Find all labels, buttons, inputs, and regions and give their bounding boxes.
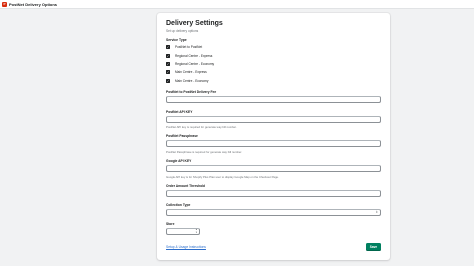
checkbox-checked-icon[interactable]: ✓: [166, 54, 170, 58]
select-caret-icon: ⇕: [375, 210, 378, 214]
checkbox-checked-icon[interactable]: ✓: [166, 62, 170, 66]
passphrase-help: PostNet Passphrase is required for gener…: [166, 150, 243, 154]
service-option-regional-economy[interactable]: ✓ Regional Centre - Economy: [166, 61, 214, 67]
service-option-label: Main Centre - Express: [175, 70, 207, 74]
setup-instructions-link[interactable]: Setup & Usage Instructions: [166, 245, 206, 249]
google-api-key-label: Google API KEY: [166, 159, 192, 163]
save-button[interactable]: Save: [366, 243, 381, 251]
checkbox-checked-icon[interactable]: ✓: [166, 79, 170, 83]
passphrase-label: PostNet Passphrase: [166, 134, 198, 138]
service-type-label: Service Type: [166, 38, 187, 42]
stepper-arrows-icon[interactable]: ▴ ▾: [196, 228, 197, 234]
collection-type-label: Collection Type: [166, 203, 191, 207]
app-name: PostNet Delivery Options: [9, 1, 58, 7]
service-option-regional-express[interactable]: ✓ Regional Centre - Express: [166, 53, 212, 59]
service-option-postnet-to-postnet[interactable]: ✓ PostNet to PostNet: [166, 44, 202, 50]
checkbox-checked-icon[interactable]: ✓: [166, 70, 170, 74]
service-option-label: Regional Centre - Express: [175, 54, 213, 58]
page-title: Delivery Settings: [166, 20, 223, 27]
delivery-fee-input[interactable]: [166, 96, 381, 103]
service-option-label: Main Centre - Economy: [175, 79, 209, 83]
api-key-help: PostNet API key is required for generate…: [166, 125, 237, 129]
order-threshold-label: Order Amount Threshold: [166, 184, 206, 188]
google-api-key-input[interactable]: [166, 165, 381, 172]
collection-type-select[interactable]: ⇕: [166, 209, 381, 216]
service-option-label: Regional Centre - Economy: [175, 62, 215, 66]
service-option-label: PostNet to PostNet: [175, 45, 203, 49]
google-api-key-help: Google API key is for Shopify Plus Plan …: [166, 175, 279, 179]
delivery-fee-label: PostNet to PostNet Delivery Fee: [166, 90, 217, 94]
app-logo-icon: P: [2, 1, 7, 7]
passphrase-input[interactable]: [166, 140, 381, 147]
page-subtitle: Set up delivery options: [166, 29, 199, 33]
settings-card: Delivery Settings Set up delivery option…: [157, 13, 390, 260]
service-option-main-express[interactable]: ✓ Main Centre - Express: [166, 69, 207, 75]
store-label: Store: [166, 222, 175, 226]
api-key-label: PostNet API KEY: [166, 110, 193, 114]
order-threshold-input[interactable]: [166, 190, 381, 197]
store-number-input[interactable]: ▴ ▾: [166, 228, 200, 235]
api-key-input[interactable]: [166, 116, 381, 123]
service-option-main-economy[interactable]: ✓ Main Centre - Economy: [166, 78, 208, 84]
checkbox-checked-icon[interactable]: ✓: [166, 45, 170, 49]
app-header-bar: P PostNet Delivery Options: [0, 0, 474, 9]
